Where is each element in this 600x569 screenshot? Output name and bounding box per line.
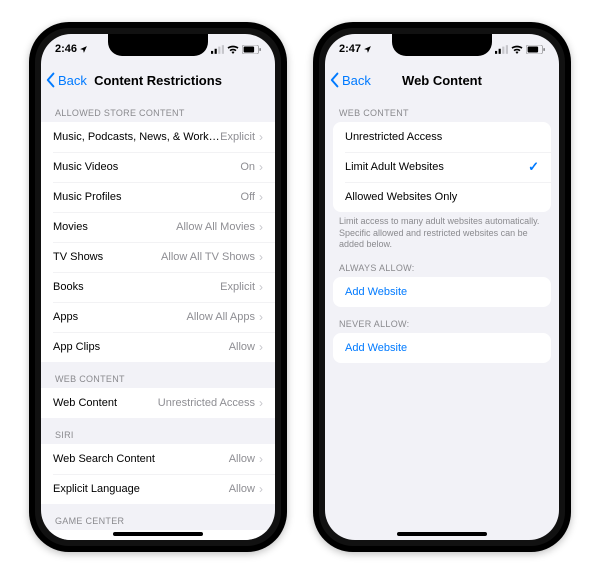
location-icon (363, 45, 372, 54)
chevron-right-icon: › (259, 483, 263, 495)
clock: 2:46 (55, 43, 77, 55)
section-header: Web Content (41, 362, 275, 388)
section-header: Web Content (325, 96, 559, 122)
row-web-search[interactable]: Web Search ContentAllow› (41, 444, 275, 474)
section-header: Siri (41, 418, 275, 444)
row-web-content[interactable]: Web ContentUnrestricted Access› (41, 388, 275, 418)
chevron-right-icon: › (259, 221, 263, 233)
cellular-icon (211, 45, 224, 54)
home-indicator (397, 532, 487, 536)
chevron-right-icon: › (259, 251, 263, 263)
chevron-right-icon: › (259, 453, 263, 465)
chevron-right-icon: › (259, 131, 263, 143)
cellular-icon (495, 45, 508, 54)
phone-frame-right: 2:47 Back Web Co (313, 22, 571, 552)
checkmark-icon: ✓ (528, 159, 539, 175)
nav-bar: Back Content Restrictions (41, 64, 275, 96)
phone-frame-left: 2:46 Back Conten (29, 22, 287, 552)
chevron-right-icon: › (259, 341, 263, 353)
back-button[interactable]: Back (45, 64, 87, 96)
battery-icon (242, 45, 261, 54)
wifi-icon (227, 45, 239, 54)
screen-left: 2:46 Back Conten (41, 34, 275, 540)
option-unrestricted[interactable]: Unrestricted Access (333, 122, 551, 152)
section-header: Never Allow: (325, 307, 559, 333)
section-header: Always Allow: (325, 251, 559, 277)
scroll-content[interactable]: Allowed Store Content Music, Podcasts, N… (41, 96, 275, 540)
clock: 2:47 (339, 43, 361, 55)
chevron-left-icon (45, 72, 57, 88)
row-movies[interactable]: MoviesAllow All Movies› (41, 212, 275, 242)
add-website-always[interactable]: Add Website (333, 277, 551, 307)
row-explicit-language[interactable]: Explicit LanguageAllow› (41, 474, 275, 504)
row-music-podcasts[interactable]: Music, Podcasts, News, & WorkoutsExplici… (41, 122, 275, 152)
chevron-right-icon: › (259, 191, 263, 203)
row-app-clips[interactable]: App ClipsAllow› (41, 332, 275, 362)
chevron-right-icon: › (259, 397, 263, 409)
home-indicator (113, 532, 203, 536)
notch (108, 34, 208, 56)
chevron-right-icon: › (259, 161, 263, 173)
page-title: Web Content (402, 73, 482, 88)
option-limit-adult[interactable]: Limit Adult Websites✓ (333, 152, 551, 182)
notch (392, 34, 492, 56)
back-label: Back (58, 73, 87, 88)
wifi-icon (511, 45, 523, 54)
add-website-never[interactable]: Add Website (333, 333, 551, 363)
row-music-videos[interactable]: Music VideosOn› (41, 152, 275, 182)
chevron-right-icon: › (259, 539, 263, 540)
chevron-right-icon: › (259, 311, 263, 323)
row-tv-shows[interactable]: TV ShowsAllow All TV Shows› (41, 242, 275, 272)
section-header: Game Center (41, 504, 275, 530)
row-apps[interactable]: AppsAllow All Apps› (41, 302, 275, 332)
nav-bar: Back Web Content (325, 64, 559, 96)
location-icon (79, 45, 88, 54)
chevron-right-icon: › (259, 281, 263, 293)
option-allowed-only[interactable]: Allowed Websites Only (333, 182, 551, 212)
section-header: Allowed Store Content (41, 96, 275, 122)
section-footer: Limit access to many adult websites auto… (325, 212, 559, 251)
back-button[interactable]: Back (329, 64, 371, 96)
back-label: Back (342, 73, 371, 88)
screen-right: 2:47 Back Web Co (325, 34, 559, 540)
row-books[interactable]: BooksExplicit› (41, 272, 275, 302)
page-title: Content Restrictions (94, 73, 222, 88)
chevron-left-icon (329, 72, 341, 88)
row-music-profiles[interactable]: Music ProfilesOff› (41, 182, 275, 212)
battery-icon (526, 45, 545, 54)
scroll-content[interactable]: Web Content Unrestricted Access Limit Ad… (325, 96, 559, 540)
